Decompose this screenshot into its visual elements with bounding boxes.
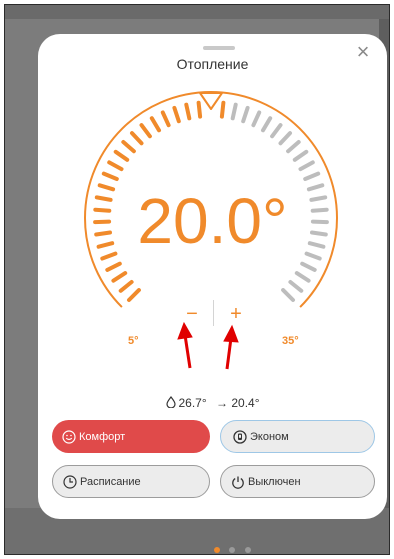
dial-tick [303,171,321,181]
dial-tick [292,149,309,162]
economy-icon [233,429,247,444]
pager-dot[interactable] [244,547,251,553]
power-icon [232,476,244,489]
dial-tick [251,110,262,128]
dial-tick [241,105,250,124]
dial-tick [270,123,283,139]
pager-dot[interactable] [214,547,220,553]
dial-tick [118,280,134,293]
mode-economy-button[interactable]: Эконом [220,420,375,453]
mode-off-button[interactable]: Выключен [220,465,375,498]
decrease-button[interactable]: − [182,304,202,324]
dial-tick [121,140,136,154]
dial-tick [288,280,304,293]
mode-schedule-label: Расписание [80,475,141,488]
heating-modal: × Отопление 20.0° − + 5° 35° 26.7° → 20.… [38,34,387,519]
setpoint-pointer [199,92,223,110]
screen-frame: × Отопление 20.0° − + 5° 35° 26.7° → 20.… [4,4,390,555]
dial-tick [101,171,119,181]
dial-tick [107,160,124,172]
dial-tick [300,261,317,272]
dial-tick [139,123,152,139]
range-min-label: 5° [128,335,139,347]
dial-tick [294,271,311,283]
dial-tick [111,271,128,283]
dial-tick [113,149,130,162]
dial-tick [127,288,141,302]
mode-schedule-button[interactable]: Расписание [52,465,210,498]
step-divider [213,300,214,326]
smile-icon [62,429,76,444]
dial-tick [298,160,315,172]
background-top-bar [5,5,389,19]
drop-icon [165,396,176,408]
pager-dots [214,540,256,553]
target-temperature: 20.4° [231,396,260,410]
mode-off-label: Выключен [248,475,301,488]
setpoint-value: 20.0° [137,185,288,257]
mode-comfort-label: Комфорт [79,430,126,443]
increase-button[interactable]: + [226,304,246,324]
arrow-right-icon: → [216,396,228,410]
dial-tick [184,102,192,121]
dial-tick [196,100,203,119]
dial-tick [219,100,226,119]
current-temperature: 26.7° [178,396,207,410]
dial-tick [130,131,144,146]
dial-tick [278,131,292,146]
dial-tick [160,110,171,128]
mode-comfort-button[interactable]: Комфорт [52,420,210,453]
mode-economy-label: Эконом [250,430,289,443]
range-max-label: 35° [282,335,299,347]
dial-tick [149,116,161,133]
dial-tick [230,102,238,121]
dial-tick [172,105,181,124]
dial-tick [261,116,273,133]
temperature-readings: 26.7° → 20.4° [38,396,387,410]
dial-tick [281,288,295,302]
dial-tick [286,140,301,154]
dial-tick [105,261,122,272]
clock-icon [63,474,77,489]
